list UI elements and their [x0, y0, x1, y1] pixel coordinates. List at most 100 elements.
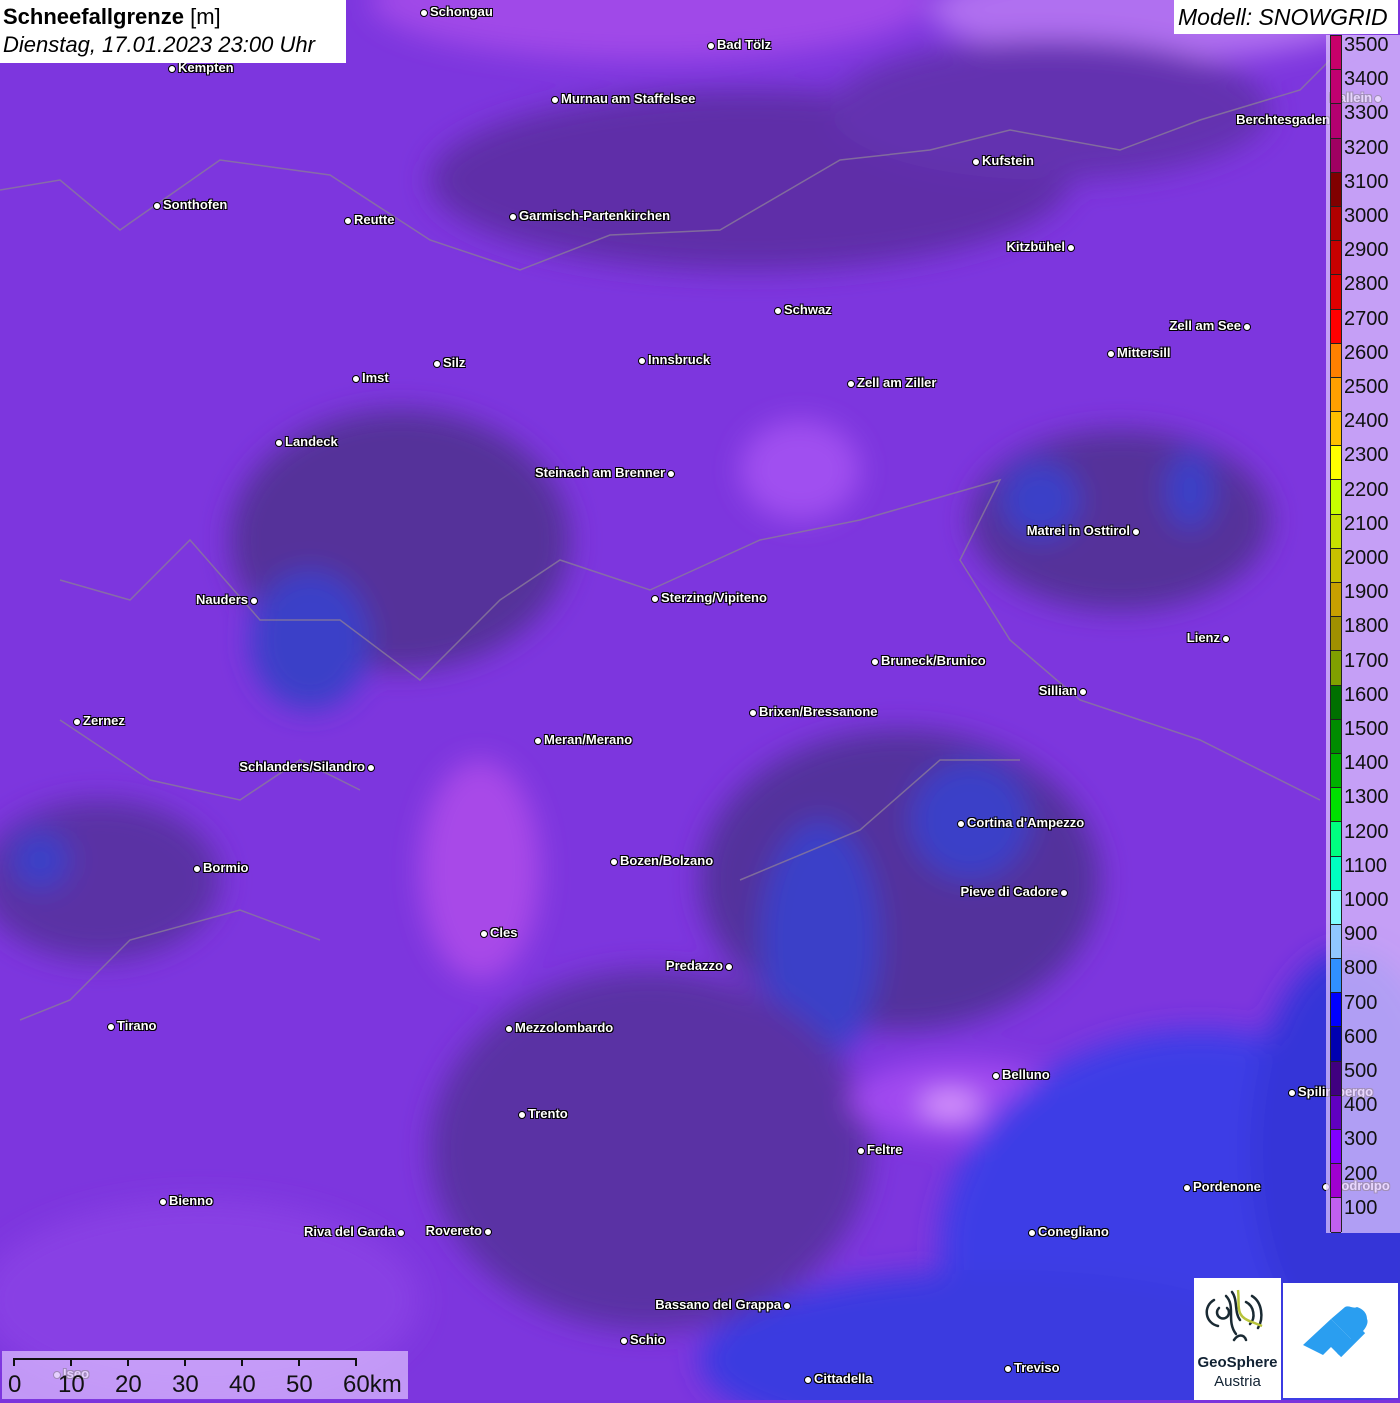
legend-label: 3100 [1344, 170, 1389, 193]
city-dot-icon [275, 439, 283, 447]
city-dot-icon [1079, 688, 1087, 696]
city-label: Landeck [285, 434, 338, 449]
city-dot-icon [651, 595, 659, 603]
city-dot-icon [667, 470, 675, 478]
city-label: Riva del Garda [303, 1224, 395, 1239]
legend-label: 3200 [1344, 136, 1389, 159]
geosphere-logo[interactable]: GeoSphere Austria [1194, 1278, 1281, 1400]
scale-tick [13, 1358, 15, 1366]
color-legend: 3500 3400 3300 3200 3100 3000 2900 2800 2700 2600… [1326, 35, 1400, 1233]
legend-label: 1300 [1344, 786, 1389, 809]
geosphere-logo-line1: GeoSphere [1197, 1354, 1278, 1371]
city-label: Conegliano [1038, 1224, 1109, 1239]
city-dot-icon [1132, 528, 1140, 536]
legend-label: 2100 [1344, 512, 1389, 535]
city-dot-icon [505, 1025, 513, 1033]
legend-swatch [1331, 70, 1341, 105]
geosphere-contour-icon [1205, 1289, 1263, 1342]
legend-swatch [1331, 1164, 1341, 1199]
legend-label: 1100 [1344, 854, 1388, 877]
legend-label: 3400 [1344, 68, 1389, 91]
scale-label: 50 [286, 1371, 313, 1398]
city-dot-icon [1067, 244, 1075, 252]
scale-tick [127, 1358, 129, 1366]
city-dot-icon [847, 380, 855, 388]
city-label: Brixen/Bressanone [759, 704, 878, 719]
model-label: Modell: SNOWGRID [1174, 0, 1398, 34]
city-label: Nauders [195, 592, 248, 607]
city-dot-icon [193, 865, 201, 873]
city-label: Bormio [203, 860, 249, 875]
legend-swatch [1331, 1095, 1341, 1130]
city-label: Cittadella [814, 1371, 873, 1386]
city-dot-icon [551, 96, 559, 104]
city-dot-icon [857, 1147, 865, 1155]
city-label: Reutte [354, 212, 395, 227]
legend-label: 100 [1344, 1196, 1378, 1219]
legend-label: 2000 [1344, 547, 1389, 569]
legend-swatch [1331, 822, 1341, 857]
scale-label: 30 [172, 1371, 199, 1398]
city-dot-icon [367, 764, 375, 772]
legend-label: 1500 [1344, 718, 1389, 740]
city-label: Pordenone [1193, 1179, 1261, 1194]
city-label: Treviso [1014, 1360, 1060, 1375]
scale-label: 20 [115, 1371, 142, 1398]
scale-bar: 0 10 20 30 40 50 60km [2, 1351, 408, 1399]
snow-app-logo[interactable] [1283, 1283, 1398, 1398]
legend-swatch [1331, 856, 1341, 891]
city-dot-icon [749, 709, 757, 717]
legend-swatch [1331, 514, 1341, 549]
city-dot-icon [534, 737, 542, 745]
city-dot-icon [1060, 889, 1068, 897]
legend-label: 1000 [1344, 889, 1389, 911]
city-label: Cles [490, 925, 518, 940]
city-dot-icon [620, 1337, 628, 1345]
legend-label: 500 [1344, 1060, 1378, 1082]
legend-color-bar [1330, 35, 1342, 1233]
city-label: Schlanders/Silandro [239, 759, 365, 774]
map-datetime: Dienstag, 17.01.2023 23:00 Uhr [3, 32, 315, 57]
legend-swatch [1331, 548, 1341, 583]
legend-swatch [1331, 959, 1341, 994]
city-dot-icon [397, 1229, 405, 1237]
legend-swatch [1331, 753, 1341, 789]
city-dot-icon [509, 213, 517, 221]
city-dot-icon [1222, 635, 1230, 643]
legend-swatch [1331, 1198, 1341, 1233]
city-label: Matrei in Osttirol [1026, 523, 1130, 538]
scale-label: 40 [229, 1371, 256, 1398]
city-dot-icon [804, 1376, 812, 1384]
legend-swatch [1331, 583, 1341, 618]
legend-label: 700 [1344, 991, 1378, 1014]
city-dot-icon [1288, 1089, 1296, 1097]
city-label: Sterzing/Vipiteno [661, 590, 767, 605]
city-dot-icon [871, 658, 879, 666]
city-dot-icon [1107, 350, 1115, 358]
city-dot-icon [1243, 323, 1251, 331]
title-unit: [m] [190, 4, 221, 29]
scale-tick [241, 1358, 243, 1366]
city-dot-icon [1004, 1365, 1012, 1373]
legend-swatch [1331, 788, 1341, 823]
legend-label: 3500 [1344, 34, 1389, 56]
city-dot-icon [707, 42, 715, 50]
map-title: Schneefallgrenze [m] [3, 3, 346, 31]
city-dot-icon [610, 858, 618, 866]
legend-label: 2300 [1344, 444, 1389, 467]
city-label: Bad Tölz [717, 37, 772, 52]
city-label: Lienz [1186, 630, 1220, 645]
city-label: Trento [528, 1106, 568, 1121]
legend-label: 2900 [1344, 239, 1389, 262]
city-label: Rovereto [425, 1223, 482, 1238]
city-label: Meran/Merano [544, 732, 633, 747]
city-label: Bassano del Grappa [655, 1297, 781, 1312]
city-label: Innsbruck [648, 352, 711, 367]
legend-swatch [1331, 1027, 1341, 1062]
legend-label: 3300 [1344, 102, 1389, 125]
city-label: Bruneck/Brunico [881, 653, 986, 668]
legend-label: 3000 [1344, 205, 1389, 227]
city-label: Predazzo [665, 958, 723, 973]
city-dot-icon [107, 1023, 115, 1031]
legend-label: 2400 [1344, 410, 1389, 433]
